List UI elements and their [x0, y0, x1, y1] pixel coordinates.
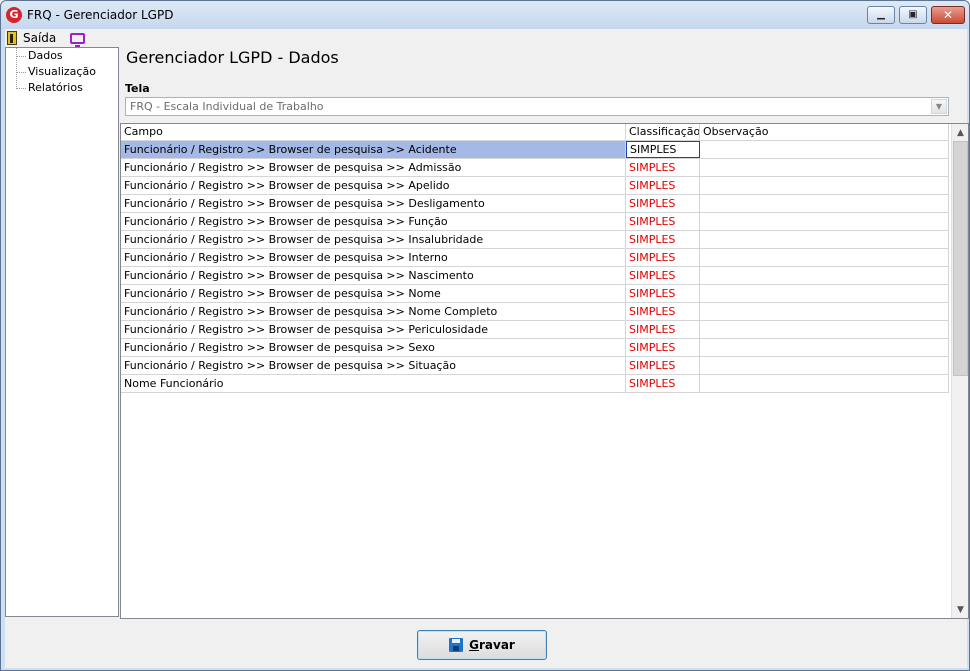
footer-bar: Gravar — [5, 619, 967, 668]
maximize-button[interactable]: ▣ — [899, 6, 927, 24]
table-row[interactable]: Funcionário / Registro >> Browser de pes… — [121, 339, 949, 357]
minimize-button[interactable]: ▁ — [867, 6, 895, 24]
cell-classificacao[interactable]: SIMPLES — [626, 339, 700, 356]
app-logo-icon: G — [6, 7, 22, 23]
table-row[interactable]: Funcionário / Registro >> Browser de pes… — [121, 195, 949, 213]
table-row[interactable]: Funcionário / Registro >> Browser de pes… — [121, 231, 949, 249]
cell-classificacao[interactable]: SIMPLES — [626, 321, 700, 338]
column-header-campo[interactable]: Campo — [121, 124, 626, 141]
save-accelerator: G — [469, 638, 479, 652]
save-label-rest: ravar — [479, 638, 515, 652]
cell-observacao[interactable] — [700, 321, 949, 338]
cell-observacao[interactable] — [700, 339, 949, 356]
cell-campo[interactable]: Funcionário / Registro >> Browser de pes… — [121, 357, 626, 374]
cell-campo[interactable]: Funcionário / Registro >> Browser de pes… — [121, 195, 626, 212]
cell-observacao[interactable] — [700, 195, 949, 212]
cell-campo[interactable]: Funcionário / Registro >> Browser de pes… — [121, 141, 626, 158]
save-button[interactable]: Gravar — [417, 630, 547, 660]
table-row[interactable]: Funcionário / Registro >> Browser de pes… — [121, 213, 949, 231]
monitor-icon[interactable] — [70, 32, 86, 47]
cell-observacao[interactable] — [700, 267, 949, 284]
screen-label: Tela — [125, 82, 150, 95]
cell-classificacao[interactable]: SIMPLES — [626, 249, 700, 266]
table-row[interactable]: Funcionário / Registro >> Browser de pes… — [121, 141, 949, 159]
cell-classificacao[interactable]: SIMPLES — [626, 303, 700, 320]
menu-exit-label: Saída — [23, 31, 57, 45]
table-row[interactable]: Funcionário / Registro >> Browser de pes… — [121, 321, 949, 339]
main-panel: Gerenciador LGPD - Dados Tela FRQ - Esca… — [120, 47, 969, 619]
cell-observacao[interactable] — [700, 231, 949, 248]
menu-bar: Saída — [5, 29, 967, 47]
cell-observacao[interactable] — [700, 141, 949, 158]
page-title: Gerenciador LGPD - Dados — [126, 48, 339, 67]
window-title: FRQ - Gerenciador LGPD — [27, 8, 174, 22]
table-row[interactable]: Funcionário / Registro >> Browser de pes… — [121, 267, 949, 285]
column-header-classificacao[interactable]: Classificação — [626, 124, 700, 141]
cell-observacao[interactable] — [700, 177, 949, 194]
table-row[interactable]: Funcionário / Registro >> Browser de pes… — [121, 159, 949, 177]
cell-classificacao[interactable]: SIMPLES — [626, 159, 700, 176]
table-row[interactable]: Funcionário / Registro >> Browser de pes… — [121, 249, 949, 267]
table-row[interactable]: Funcionário / Registro >> Browser de pes… — [121, 303, 949, 321]
cell-observacao[interactable] — [700, 375, 949, 392]
cell-campo[interactable]: Funcionário / Registro >> Browser de pes… — [121, 267, 626, 284]
scroll-up-icon[interactable]: ▲ — [952, 124, 969, 141]
exit-door-icon — [7, 31, 17, 45]
cell-classificacao[interactable]: SIMPLES — [626, 213, 700, 230]
cell-classificacao[interactable]: SIMPLES — [626, 177, 700, 194]
scrollbar-thumb[interactable] — [953, 141, 968, 376]
cell-classificacao[interactable]: SIMPLES — [626, 357, 700, 374]
cell-observacao[interactable] — [700, 249, 949, 266]
table-row[interactable]: Nome Funcionário SIMPLES — [121, 375, 949, 393]
cell-classificacao[interactable]: SIMPLES — [626, 375, 700, 392]
cell-classificacao[interactable]: SIMPLES — [626, 195, 700, 212]
floppy-disk-icon — [449, 638, 464, 652]
cell-observacao[interactable] — [700, 357, 949, 374]
cell-campo[interactable]: Funcionário / Registro >> Browser de pes… — [121, 249, 626, 266]
scroll-down-icon[interactable]: ▼ — [952, 601, 969, 618]
screen-select[interactable]: FRQ - Escala Individual de Trabalho ▼ — [125, 97, 949, 116]
close-button[interactable]: ✕ — [931, 6, 965, 24]
cell-campo[interactable]: Nome Funcionário — [121, 375, 626, 392]
app-window: G FRQ - Gerenciador LGPD ▁ ▣ ✕ Saída Dad… — [0, 0, 970, 671]
cell-campo[interactable]: Funcionário / Registro >> Browser de pes… — [121, 285, 626, 302]
screen-select-value: FRQ - Escala Individual de Trabalho — [130, 100, 324, 113]
cell-campo[interactable]: Funcionário / Registro >> Browser de pes… — [121, 159, 626, 176]
cell-observacao[interactable] — [700, 159, 949, 176]
cell-classificacao[interactable]: SIMPLES — [626, 285, 700, 302]
save-button-label: Gravar — [469, 638, 515, 652]
navigation-tree: Dados Visualização Relatórios — [5, 47, 119, 617]
chevron-down-icon[interactable]: ▼ — [931, 99, 947, 114]
tree-item-relatorios[interactable]: Relatórios — [6, 80, 118, 96]
client-area: Saída Dados Visualização Relatórios Gere… — [5, 29, 969, 668]
cell-classificacao[interactable]: SIMPLES — [626, 231, 700, 248]
cell-campo[interactable]: Funcionário / Registro >> Browser de pes… — [121, 213, 626, 230]
column-header-observacao[interactable]: Observação — [700, 124, 949, 141]
cell-campo[interactable]: Funcionário / Registro >> Browser de pes… — [121, 177, 626, 194]
menu-exit[interactable]: Saída — [5, 29, 58, 47]
title-bar[interactable]: G FRQ - Gerenciador LGPD ▁ ▣ ✕ — [1, 1, 969, 29]
vertical-scrollbar[interactable]: ▲ ▼ — [951, 124, 968, 618]
tree-item-dados[interactable]: Dados — [6, 48, 118, 64]
cell-observacao[interactable] — [700, 285, 949, 302]
grid-rows: Funcionário / Registro >> Browser de pes… — [121, 141, 949, 393]
cell-campo[interactable]: Funcionário / Registro >> Browser de pes… — [121, 231, 626, 248]
table-row[interactable]: Funcionário / Registro >> Browser de pes… — [121, 285, 949, 303]
tree-item-visualizacao[interactable]: Visualização — [6, 64, 118, 80]
cell-classificacao[interactable]: SIMPLES — [626, 141, 700, 158]
cell-campo[interactable]: Funcionário / Registro >> Browser de pes… — [121, 303, 626, 320]
cell-classificacao[interactable]: SIMPLES — [626, 267, 700, 284]
cell-observacao[interactable] — [700, 213, 949, 230]
cell-campo[interactable]: Funcionário / Registro >> Browser de pes… — [121, 321, 626, 338]
cell-campo[interactable]: Funcionário / Registro >> Browser de pes… — [121, 339, 626, 356]
grid-header: Campo Classificação Observação — [121, 124, 949, 141]
cell-observacao[interactable] — [700, 303, 949, 320]
table-row[interactable]: Funcionário / Registro >> Browser de pes… — [121, 177, 949, 195]
table-row[interactable]: Funcionário / Registro >> Browser de pes… — [121, 357, 949, 375]
fields-grid: Campo Classificação Observação Funcionár… — [120, 123, 969, 619]
